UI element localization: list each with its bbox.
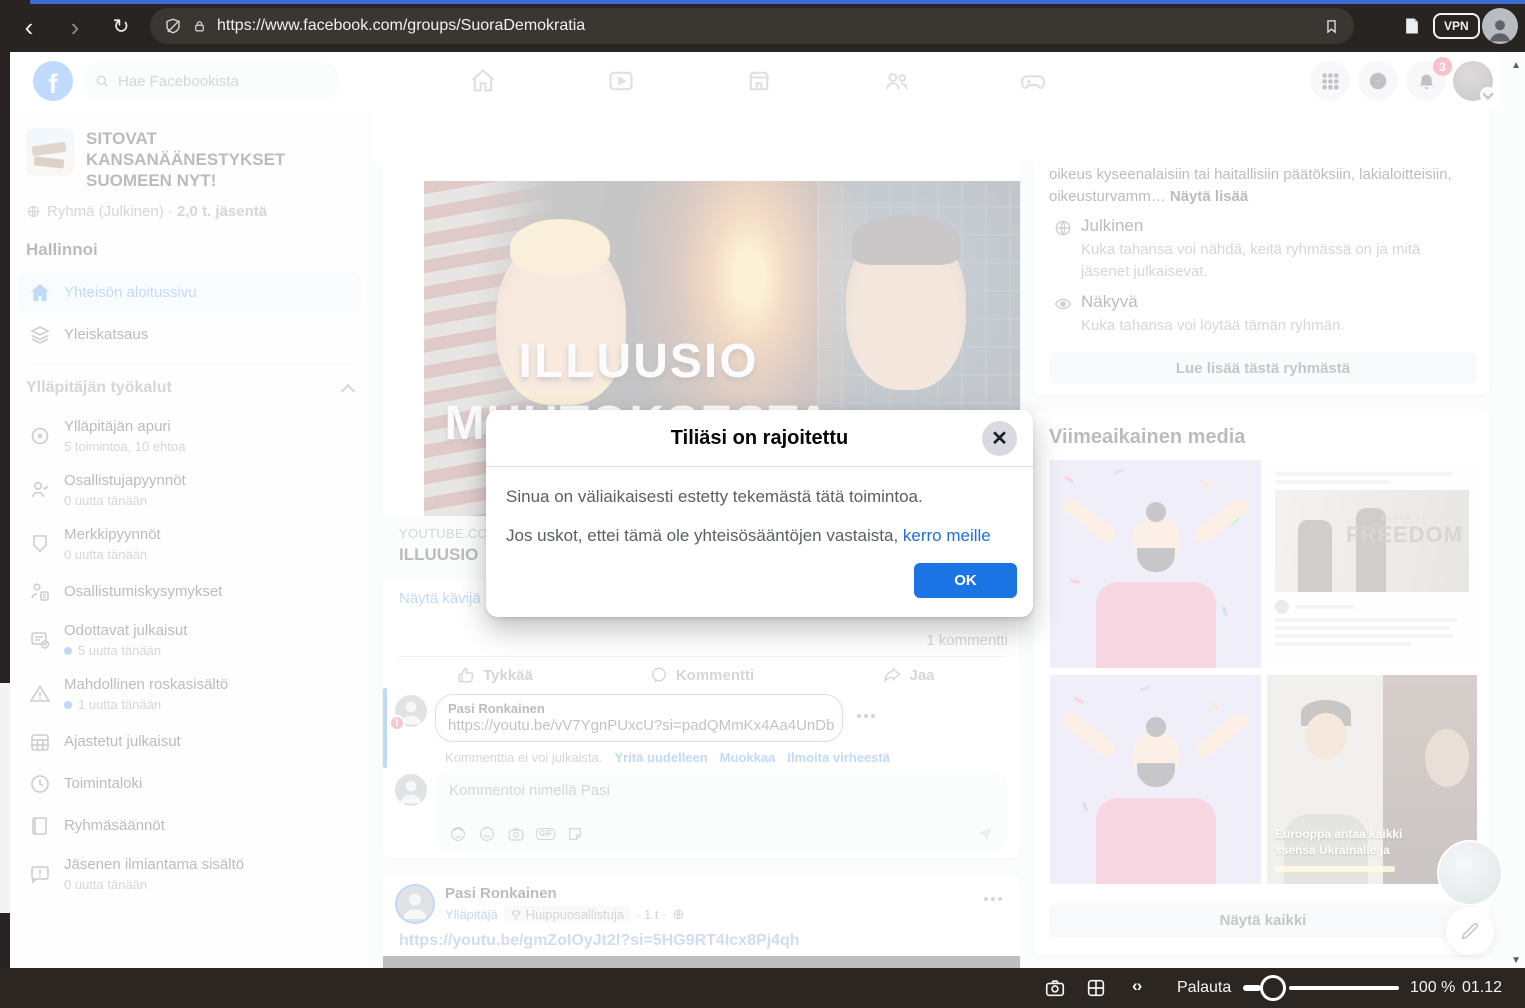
ok-button[interactable]: OK [914, 563, 1017, 598]
dialog-message-2: Jos uskot, ettei tämä ole yhteisösääntöj… [506, 526, 1013, 546]
zoom-percent: 100 % [1410, 979, 1455, 997]
scrollbar-down-arrow[interactable]: ▼ [1511, 955, 1521, 966]
slider-track [1289, 986, 1399, 990]
report-link[interactable]: kerro meille [903, 526, 991, 545]
screenshot-camera-icon[interactable] [1044, 977, 1066, 999]
scrollbar-up-arrow[interactable]: ▲ [1511, 60, 1521, 71]
dialog-title: Tiliäsi on rajoitettu [671, 427, 848, 450]
dialog-message: Sinua on väliaikaisesti estetty tekemäst… [506, 487, 1013, 507]
close-icon[interactable]: ✕ [982, 421, 1017, 456]
bookmark-icon[interactable] [1323, 18, 1340, 35]
reset-zoom-button[interactable]: Palauta [1177, 979, 1231, 997]
zoom-slider[interactable] [1243, 974, 1399, 1002]
slider-track-filled [1243, 985, 1261, 991]
reading-list-icon[interactable] [1402, 15, 1422, 37]
dialog-body: Sinua on väliaikaisesti estetty tekemäst… [486, 467, 1033, 546]
lock-icon[interactable] [192, 19, 207, 34]
screen: ‹ › ↻ https://www.facebook.com/groups/Su… [0, 0, 1525, 1008]
code-view-icon[interactable]: ‹› [1132, 976, 1141, 996]
back-button[interactable]: ‹ [12, 10, 46, 44]
clock-time: 01.12 [1462, 979, 1502, 997]
vpn-badge[interactable]: VPN [1433, 13, 1480, 39]
left-scrollbar-track[interactable] [0, 52, 10, 968]
reload-button[interactable]: ↻ [104, 10, 138, 44]
active-tab-strip [30, 0, 1525, 4]
forward-button[interactable]: › [58, 10, 92, 44]
bottom-toolbar: ‹› Palauta 100 % 01.12 [0, 968, 1525, 1008]
dialog-header: Tiliäsi on rajoitettu ✕ [486, 410, 1033, 467]
browser-chrome: ‹ › ↻ https://www.facebook.com/groups/Su… [0, 0, 1525, 52]
restriction-dialog: Tiliäsi on rajoitettu ✕ Sinua on väliaik… [486, 410, 1033, 617]
left-scrollbar-thumb[interactable] [0, 683, 10, 913]
tracking-shield-icon[interactable] [164, 17, 182, 35]
browser-profile-avatar[interactable] [1482, 8, 1518, 44]
address-bar[interactable]: https://www.facebook.com/groups/SuoraDem… [150, 8, 1354, 44]
frame-select-icon[interactable] [1085, 977, 1107, 999]
url-text[interactable]: https://www.facebook.com/groups/SuoraDem… [217, 17, 1313, 35]
slider-knob[interactable] [1260, 975, 1286, 1001]
